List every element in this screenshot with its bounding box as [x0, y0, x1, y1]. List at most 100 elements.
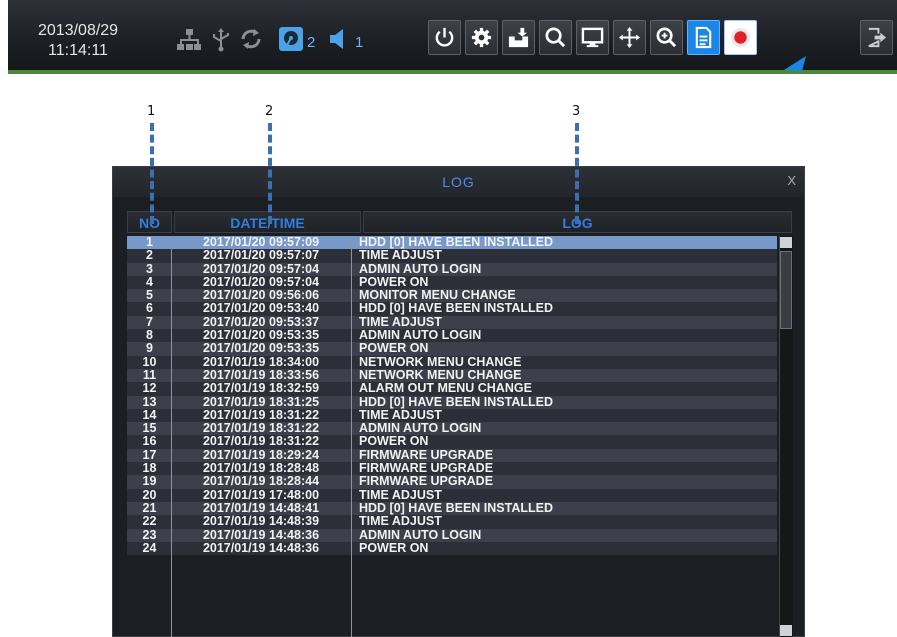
- log-number-cell: 16: [142, 434, 157, 449]
- log-message-cell: HDD [0] HAVE BEEN INSTALLED: [359, 301, 553, 316]
- log-message-cell: ADMIN AUTO LOGIN: [359, 261, 482, 276]
- datetime-cell: 2017/01/19 18:31:22: [202, 434, 320, 449]
- datetime-cell: 2017/01/20 09:57:04: [202, 274, 320, 289]
- table-row[interactable]: 5 2017/01/20 09:56:06 MONITOR MENU CHANGE: [127, 288, 777, 303]
- table-header: NO DATE/TIME LOG: [127, 211, 792, 233]
- log-window: LOG X NO DATE/TIME LOG 1 2017/01/20 09:57…: [112, 166, 805, 637]
- search-button[interactable]: [539, 20, 572, 55]
- log-message-cell: FIRMWARE UPGRADE: [359, 447, 494, 462]
- zoom-button[interactable]: [650, 20, 683, 55]
- datetime-cell: 2017/01/19 18:28:48: [202, 461, 320, 476]
- log-message-cell: MONITOR MENU CHANGE: [359, 288, 516, 303]
- datetime-cell: 2017/01/19 18:32:59: [202, 381, 320, 396]
- table-row[interactable]: 16 2017/01/19 18:31:22 POWER ON: [127, 434, 777, 449]
- log-message-cell: FIRMWARE UPGRADE: [359, 461, 494, 476]
- table-row[interactable]: 22 2017/01/19 14:48:39 TIME ADJUST: [127, 514, 777, 529]
- callout-3-line: [575, 123, 579, 224]
- audio-count: 1: [355, 34, 364, 51]
- datetime-cell: 2017/01/20 09:56:06: [202, 288, 320, 303]
- exit-icon: [868, 27, 887, 48]
- datetime-cell: 2017/01/20 09:53:35: [202, 328, 320, 343]
- log-number-cell: 17: [142, 447, 157, 462]
- log-number-cell: 24: [142, 540, 157, 555]
- sync-icon: [241, 29, 261, 49]
- log-number-cell: 14: [142, 407, 157, 422]
- scroll-down-button[interactable]: [780, 625, 792, 636]
- table-row[interactable]: 17 2017/01/19 18:29:24 FIRMWARE UPGRADE: [127, 447, 777, 463]
- log-number-cell: 3: [146, 261, 153, 276]
- exit-button[interactable]: [860, 20, 893, 55]
- log-message-cell: POWER ON: [359, 540, 429, 555]
- table-row[interactable]: 12 2017/01/19 18:32:59 ALARM OUT MENU CHAN…: [127, 381, 777, 396]
- table-row[interactable]: 4 2017/01/20 09:57:04 POWER ON: [127, 274, 777, 290]
- datetime-cell: 2017/01/20 09:57:09: [202, 235, 320, 249]
- mouse-cursor-icon: [784, 56, 806, 71]
- log-number-cell: 4: [146, 274, 153, 289]
- scroll-up-button[interactable]: [780, 237, 792, 248]
- datetime-cell: 2017/01/20 09:57:07: [202, 248, 320, 263]
- datetime-cell: 2017/01/20 09:53:37: [202, 314, 320, 329]
- log-number-cell: 6: [146, 301, 153, 316]
- datetime-cell: 2017/01/19 18:33:56: [202, 367, 320, 382]
- datetime-cell: 2017/01/19 18:34:00: [202, 354, 320, 369]
- display-button[interactable]: [576, 20, 609, 55]
- log-message-cell: ALARM OUT MENU CHANGE: [359, 381, 532, 396]
- table-row[interactable]: 10 2017/01/19 18:34:00 NETWORK MENU CHANGE: [127, 354, 777, 369]
- backup-button[interactable]: [502, 20, 535, 55]
- table-row[interactable]: 8 2017/01/20 09:53:35 ADMIN AUTO LOGIN: [127, 328, 777, 343]
- log-message-cell: TIME ADJUST: [359, 514, 442, 529]
- table-row[interactable]: 21 2017/01/19 14:48:41 HDD [0] HAVE BEEN I…: [127, 500, 777, 516]
- table-row[interactable]: 2 2017/01/20 09:57:07 TIME ADJUST: [127, 248, 777, 263]
- table-row[interactable]: 14 2017/01/19 18:31:22 TIME ADJUST: [127, 407, 777, 423]
- document-icon: [695, 26, 712, 49]
- log-message-cell: HDD [0] HAVE BEEN INSTALLED: [359, 500, 553, 515]
- datetime-cell: 2017/01/19 14:48:36: [202, 527, 320, 542]
- datetime-cell: 2017/01/19 18:31:25: [202, 394, 320, 409]
- close-button[interactable]: X: [787, 173, 796, 188]
- scrollbar-thumb[interactable]: [780, 251, 792, 329]
- power-button[interactable]: [428, 20, 461, 55]
- log-number-cell: 5: [146, 288, 153, 303]
- log-message-cell: HDD [0] HAVE BEEN INSTALLED: [359, 394, 553, 409]
- datetime-cell: 2017/01/19 18:31:22: [202, 421, 320, 436]
- datetime-cell: 2017/01/20 09:53:40: [202, 301, 320, 316]
- datetime-cell: 2017/01/20 09:53:35: [202, 341, 320, 356]
- table-row[interactable]: 15 2017/01/19 18:31:22 ADMIN AUTO LOGIN: [127, 421, 777, 436]
- log-number-cell: 23: [142, 527, 157, 542]
- table-row[interactable]: 23 2017/01/19 14:48:36 ADMIN AUTO LOGIN: [127, 527, 777, 542]
- table-row[interactable]: 20 2017/01/19 17:48:00 TIME ADJUST: [127, 487, 777, 502]
- log-message-cell: TIME ADJUST: [359, 248, 442, 263]
- table-row[interactable]: 9 2017/01/20 09:53:35 POWER ON: [127, 341, 777, 356]
- datetime-cell: 2017/01/20 09:57:04: [202, 261, 320, 276]
- log-number-cell: 2: [146, 248, 153, 263]
- record-button[interactable]: [724, 20, 757, 55]
- log-number-cell: 20: [142, 487, 157, 502]
- backup-icon: [508, 27, 529, 48]
- log-button[interactable]: [687, 20, 720, 55]
- system-time: 11:14:11: [48, 42, 108, 59]
- table-row[interactable]: 7 2017/01/20 09:53:37 TIME ADJUST: [127, 314, 777, 330]
- table-row[interactable]: 3 2017/01/20 09:57:04 ADMIN AUTO LOGIN: [127, 261, 777, 276]
- log-number-cell: 15: [142, 421, 157, 436]
- table-row[interactable]: 11 2017/01/19 18:33:56 NETWORK MENU CHANGE: [127, 367, 777, 383]
- table-row[interactable]: 24 2017/01/19 14:48:36 POWER ON: [127, 540, 777, 556]
- callout-1-label: 1: [147, 104, 156, 119]
- table-row[interactable]: 19 2017/01/19 18:28:44 FIRMWARE UPGRADE: [127, 474, 777, 489]
- table-row[interactable]: 1 2017/01/20 09:57:09 HDD [0] HAVE BEEN IN…: [127, 235, 777, 250]
- settings-button[interactable]: [465, 20, 498, 55]
- log-number-cell: 19: [142, 474, 157, 489]
- table-row[interactable]: 6 2017/01/20 09:53:40 HDD [0] HAVE BEEN IN…: [127, 301, 777, 316]
- table-row[interactable]: 18 2017/01/19 18:28:48 FIRMWARE UPGRADE: [127, 461, 777, 476]
- log-number-cell: 11: [142, 367, 157, 382]
- power-icon: [435, 27, 454, 47]
- scrollbar[interactable]: [779, 236, 793, 637]
- datetime-cell: 2017/01/19 18:29:24: [202, 447, 320, 462]
- record-icon: [730, 27, 751, 48]
- ptz-button[interactable]: [613, 20, 646, 55]
- log-message-cell: POWER ON: [359, 274, 429, 289]
- hdd-count: 2: [307, 34, 316, 51]
- log-message-cell: POWER ON: [359, 434, 429, 449]
- table-row[interactable]: 13 2017/01/19 18:31:25 HDD [0] HAVE BEEN I…: [127, 394, 777, 409]
- log-message-cell: HDD [0] HAVE BEEN INSTALLED: [359, 235, 553, 249]
- datetime-cell: 2017/01/19 18:31:22: [202, 407, 320, 422]
